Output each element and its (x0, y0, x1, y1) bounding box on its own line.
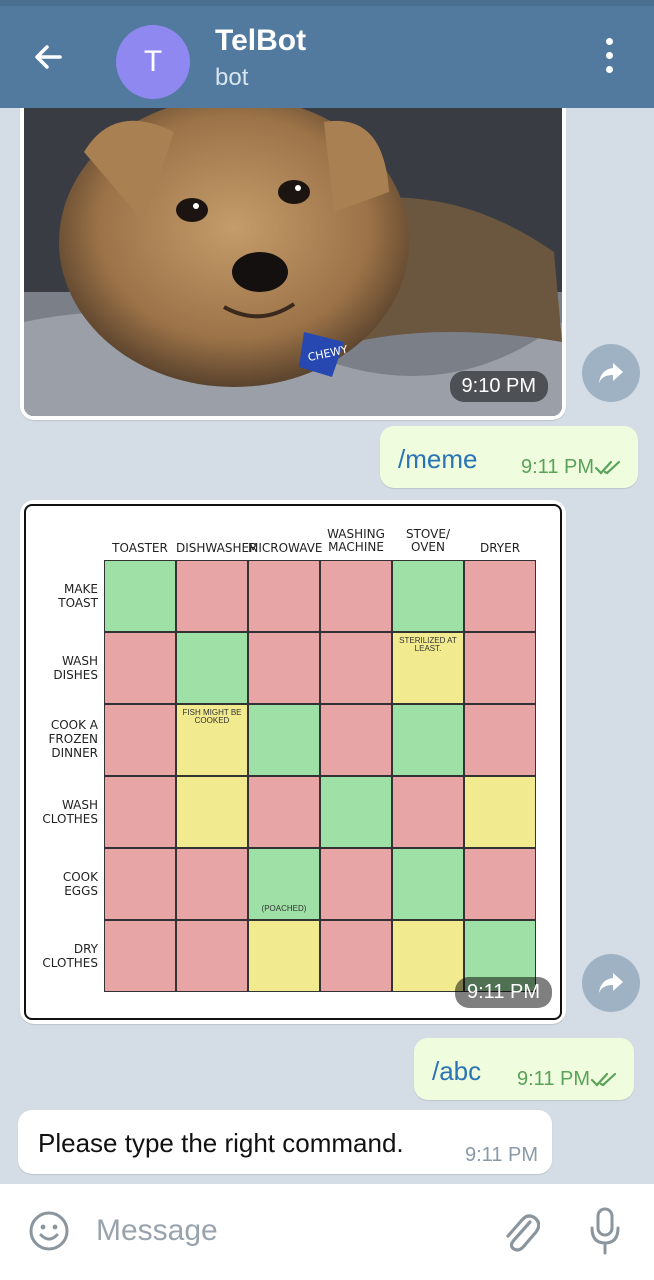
cell-eggs-dryer (464, 848, 536, 920)
message-text[interactable]: /meme (398, 444, 477, 475)
outgoing-message[interactable]: /meme 9:11 PM (380, 426, 638, 488)
row-header: COOK A FROZEN DINNER (48, 718, 98, 760)
cell-wash-washer (320, 776, 392, 848)
cell-eggs-microwave: (POACHED) (248, 848, 320, 920)
message-list[interactable]: CHEWY 9:10 PM /meme 9:11 PM TOASTER DISH… (0, 108, 654, 1184)
row-header: WASH CLOTHES (42, 798, 98, 826)
row-header: WASH DISHES (53, 654, 98, 682)
cell-note: STERILIZED AT LEAST. (399, 636, 457, 653)
cell-toast-microwave (248, 560, 320, 632)
photo-message-meme[interactable]: TOASTER DISHWASHER MICROWAVE WASHING MAC… (20, 500, 566, 1024)
message-time: 9:11 PM (517, 1068, 590, 1090)
cell-dry-oven (392, 920, 464, 992)
row-header: COOK EGGS (62, 870, 98, 898)
cell-eggs-oven (392, 848, 464, 920)
cell-note: FISH MIGHT BE COOKED (182, 708, 242, 725)
emoji-icon[interactable] (28, 1210, 70, 1252)
cell-note: (POACHED) (261, 904, 307, 913)
cell-dry-toaster (104, 920, 176, 992)
cell-toast-toaster (104, 560, 176, 632)
message-time: 9:11 PM (465, 1144, 538, 1166)
incoming-message[interactable]: Please type the right command. 9:11 PM (18, 1110, 552, 1174)
more-vert-icon[interactable] (604, 38, 616, 74)
appliance-meme-image[interactable]: TOASTER DISHWASHER MICROWAVE WASHING MAC… (24, 504, 562, 1020)
chat-subtitle: bot (215, 64, 249, 91)
row-header: MAKE TOAST (58, 582, 98, 610)
cell-dishes-dryer (464, 632, 536, 704)
outgoing-message[interactable]: /abc 9:11 PM (414, 1038, 634, 1100)
cell-eggs-dishwasher (176, 848, 248, 920)
chat-title[interactable]: TelBot (215, 24, 306, 58)
message-time: 9:10 PM (449, 371, 548, 402)
cell-dry-washer (320, 920, 392, 992)
cell-dishes-dishwasher (176, 632, 248, 704)
cell-dishes-toaster (104, 632, 176, 704)
arrow-left-icon[interactable] (30, 39, 66, 75)
col-header: MICROWAVE (248, 541, 323, 555)
cell-dishes-microwave (248, 632, 320, 704)
message-time: 9:11 PM (455, 977, 552, 1008)
cell-toast-dishwasher (176, 560, 248, 632)
paperclip-icon[interactable] (500, 1208, 540, 1254)
message-text[interactable]: Please type the right command. (38, 1128, 404, 1159)
col-header: DISHWASHER (176, 541, 258, 555)
cell-wash-dishwasher (176, 776, 248, 848)
message-input[interactable]: Message (96, 1214, 218, 1248)
message-text[interactable]: /abc (432, 1056, 481, 1087)
cell-wash-microwave (248, 776, 320, 848)
forward-button[interactable] (582, 344, 640, 402)
cell-eggs-washer (320, 848, 392, 920)
cell-dishes-washer (320, 632, 392, 704)
cell-dry-dishwasher (176, 920, 248, 992)
share-arrow-icon (599, 973, 623, 993)
dog-photo[interactable]: CHEWY 9:10 PM (24, 108, 562, 416)
row-header: DRY CLOTHES (42, 942, 98, 970)
cell-dinner-dishwasher: FISH MIGHT BE COOKED (176, 704, 248, 776)
cell-wash-oven (392, 776, 464, 848)
cell-dinner-microwave (248, 704, 320, 776)
cell-toast-oven (392, 560, 464, 632)
message-time: 9:11 PM (521, 456, 594, 478)
cell-dry-microwave (248, 920, 320, 992)
share-arrow-icon (599, 363, 623, 383)
cell-dinner-dryer (464, 704, 536, 776)
photo-message-dog[interactable]: CHEWY 9:10 PM (20, 108, 566, 420)
cell-wash-toaster (104, 776, 176, 848)
cell-toast-washer (320, 560, 392, 632)
col-header: DRYER (479, 541, 521, 555)
col-header: WASHING MACHINE (327, 527, 385, 554)
avatar[interactable]: T (116, 25, 190, 99)
cell-dinner-toaster (104, 704, 176, 776)
col-header: TOASTER (112, 541, 168, 555)
message-input-bar: Message (0, 1184, 654, 1280)
cell-dinner-oven (392, 704, 464, 776)
double-check-icon (590, 1072, 617, 1087)
cell-eggs-toaster (104, 848, 176, 920)
forward-button[interactable] (582, 954, 640, 1012)
double-check-icon (594, 460, 621, 475)
col-header: STOVE/ OVEN (405, 527, 450, 554)
cell-toast-dryer (464, 560, 536, 632)
chat-header: T TelBot bot (0, 6, 654, 108)
cell-dishes-oven: STERILIZED AT LEAST. (392, 632, 464, 704)
microphone-icon[interactable] (588, 1206, 622, 1256)
cell-wash-dryer (464, 776, 536, 848)
cell-dinner-washer (320, 704, 392, 776)
